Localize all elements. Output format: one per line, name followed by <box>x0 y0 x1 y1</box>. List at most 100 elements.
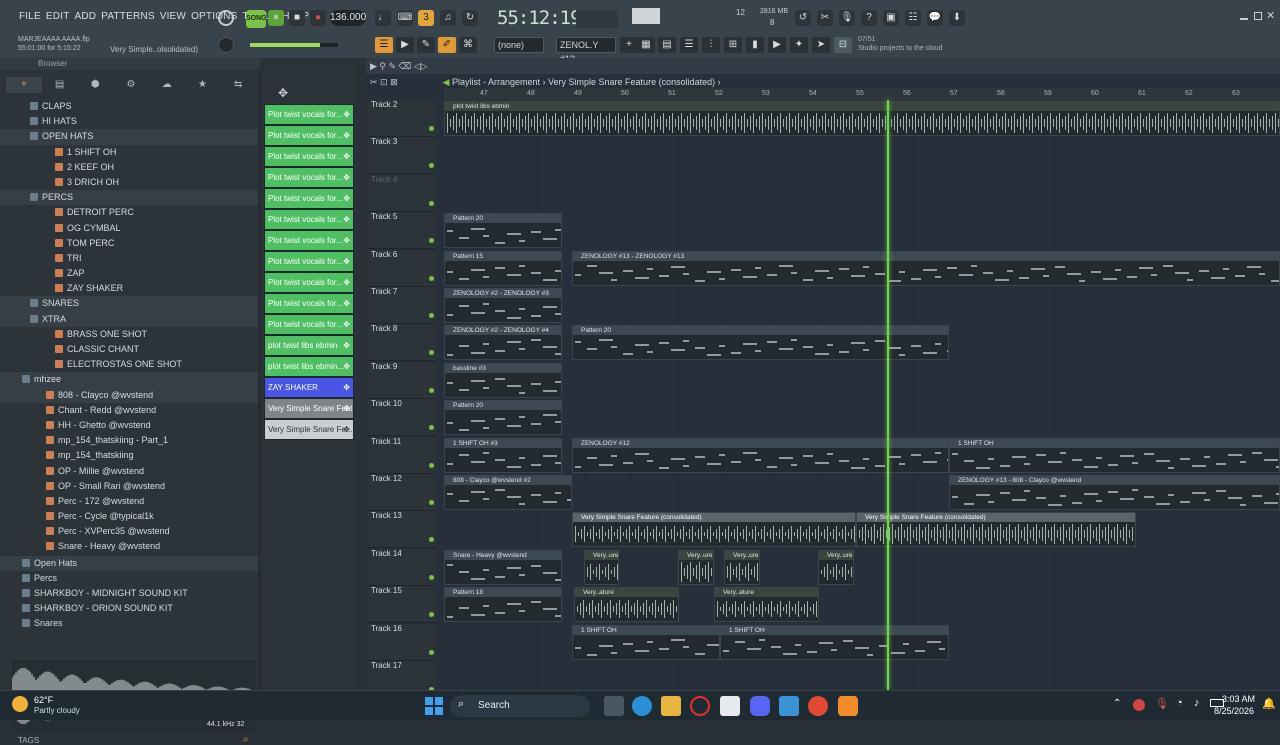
store-icon[interactable] <box>720 696 740 716</box>
playlist-clip[interactable]: plot twist libs ebmin <box>444 101 1280 136</box>
playlist-clip[interactable]: Very..ure <box>818 549 854 585</box>
channel-button[interactable]: Plot twist vocals for... ✥ <box>264 230 354 251</box>
channel-button[interactable]: Plot twist vocals for... ✥ <box>264 251 354 272</box>
track-mute-led[interactable] <box>429 537 434 543</box>
cut-icon[interactable]: ✂ <box>817 10 833 26</box>
master-volume-slider[interactable] <box>250 43 338 47</box>
browser-tab-0[interactable]: + <box>6 77 42 93</box>
time-display[interactable]: 55:12:19 <box>497 7 582 29</box>
playlist-toolbar-icons[interactable]: ▶ ⚲ ✎ ⌫ ◁▷ ✂ ⊡ ⊠ <box>366 58 436 90</box>
volume-icon[interactable]: ♪ <box>1194 697 1200 709</box>
news-panel[interactable]: 07/51 Studio projects to the cloud <box>858 35 942 53</box>
edge-icon[interactable] <box>632 696 652 716</box>
stop-button[interactable]: ■ <box>289 10 305 26</box>
track-header[interactable]: Track 8 <box>366 324 436 362</box>
browser-item[interactable]: Perc - 172 @wvstend <box>0 494 258 509</box>
channel-options-icon[interactable]: ✥ <box>343 189 350 208</box>
mic-icon[interactable]: 🎙 <box>839 10 855 26</box>
channel-button[interactable]: Very Simple Snare Feature✥ <box>264 398 354 419</box>
browser-tab-1[interactable]: ▤ <box>42 77 78 93</box>
browser-item[interactable]: 808 - Clayco @wvstend <box>0 387 258 403</box>
mic-tray-icon[interactable]: 🎙 <box>1155 697 1169 710</box>
pattern-selector[interactable]: ZENOL.Y #13 <box>556 37 616 64</box>
channel-options-icon[interactable]: ✥ <box>343 336 350 355</box>
notifications-icon[interactable]: 🔔 <box>1262 697 1276 710</box>
track-header[interactable]: Track 2 <box>366 100 436 137</box>
browser-item[interactable]: OPEN HATS <box>0 129 258 145</box>
current-pattern[interactable]: Very Simple Snare Feature (consolidated) <box>548 77 715 87</box>
browser-item[interactable]: SNARES <box>0 296 258 312</box>
track-header[interactable]: Track 5 <box>366 212 436 250</box>
browser-item[interactable]: Snares <box>0 616 258 631</box>
browser-item[interactable]: CLASSIC CHANT <box>0 342 258 357</box>
channel-options-icon[interactable]: ✥ <box>343 105 350 124</box>
browser-item[interactable]: HI HATS <box>0 114 258 129</box>
record-button[interactable]: ● <box>310 10 326 26</box>
browser-item[interactable]: ZAP <box>0 266 258 281</box>
export-icon[interactable]: ⬇ <box>949 10 965 26</box>
playlist-clip[interactable]: Very..ature <box>714 587 819 623</box>
playlist-clip[interactable]: Very..ure <box>678 549 714 585</box>
track-header[interactable]: Track 9 <box>366 361 436 399</box>
task-view-icon[interactable] <box>604 696 624 716</box>
timeline-ruler[interactable]: 47 48 49 50 51 52 53 54 55 56 57 58 59 60 61 62 63 <box>444 88 1280 100</box>
playhead[interactable] <box>887 100 889 690</box>
tempo-display[interactable]: 136.000 <box>330 10 366 26</box>
playlist-grid[interactable]: plot twist libs ebmin Pattern 20 Pattern 1… <box>444 100 1280 690</box>
browser-item[interactable]: 3 DRICH OH <box>0 175 258 190</box>
channel-options-icon[interactable]: ✥ <box>343 168 350 187</box>
playlist-clip[interactable]: Pattern 20 <box>572 325 949 361</box>
track-header[interactable]: Track 12 <box>366 474 436 511</box>
playlist-clip[interactable]: 1 SHIFT OH <box>572 624 720 660</box>
plugin-db-icon[interactable]: ➤ <box>812 37 830 53</box>
browser-tab-2[interactable]: ⬢ <box>77 77 113 93</box>
channel-options-icon[interactable]: ✥ <box>343 273 350 292</box>
channel-options-icon[interactable]: ✥ <box>343 231 350 250</box>
playlist-clip[interactable]: Pattern 20 <box>444 213 562 249</box>
channel-options-icon[interactable]: ✥ <box>343 420 350 439</box>
plugin-icon[interactable]: ▮ <box>746 37 764 53</box>
track-header[interactable]: Track 3 <box>366 137 436 175</box>
tempo-knob[interactable] <box>218 10 234 26</box>
pencil-icon[interactable]: ✎ <box>417 37 435 53</box>
track-header[interactable]: Track 7 <box>366 287 436 324</box>
channel-options-icon[interactable]: ✥ <box>343 252 350 271</box>
pause-button[interactable]: ⏸ <box>268 10 284 26</box>
browser-item[interactable]: Snare - Heavy @wvstend <box>0 539 258 554</box>
track-mute-led[interactable] <box>429 200 434 206</box>
browser-item[interactable]: ZAY SHAKER <box>0 281 258 296</box>
browser-icon[interactable]: ⊞ <box>724 37 742 53</box>
playlist-clip[interactable]: 808 - Clayco @wvstend #2 <box>444 475 572 510</box>
add-channel-icon[interactable]: ✥ <box>278 86 288 100</box>
track-mute-led[interactable] <box>429 163 434 169</box>
playlist-clip[interactable]: ZENOLOGY #13 - ZENOLOGY #13 <box>572 250 1280 286</box>
playlist-clip[interactable]: bassline #3 <box>444 362 562 398</box>
menu-item-view[interactable]: VIEW <box>160 11 186 22</box>
track-header[interactable]: Track 14 <box>366 548 436 586</box>
browser-item[interactable]: TRI <box>0 251 258 266</box>
track-mute-led[interactable] <box>429 275 434 281</box>
tray-app-icon[interactable] <box>1133 699 1145 711</box>
track-mute-led[interactable] <box>429 574 434 580</box>
browser-item[interactable]: OP - Millie @wvstend <box>0 464 258 479</box>
channel-button[interactable]: Plot twist vocals for... ✥ <box>264 209 354 230</box>
track-header[interactable]: Track 11 <box>366 436 436 474</box>
browser-item[interactable]: Percs <box>0 571 258 586</box>
tools-icon[interactable]: ✦ <box>790 37 808 53</box>
file-explorer-icon[interactable] <box>661 696 681 716</box>
song-mode-toggle[interactable]: SONG <box>246 10 267 28</box>
track-mute-led[interactable] <box>429 387 434 393</box>
browser-item[interactable]: mhzee <box>0 372 258 388</box>
loop-record-icon[interactable]: ↻ <box>462 10 478 26</box>
browser-item[interactable]: OP - Small Rari @wvstend <box>0 479 258 494</box>
channel-button[interactable]: Plot twist vocals for... ✥ <box>264 104 354 125</box>
browser-item[interactable]: mp_154_thatskiing - Part_1 <box>0 433 258 448</box>
countdown-icon[interactable]: 3 <box>418 10 434 26</box>
track-mute-led[interactable] <box>429 126 434 131</box>
track-header[interactable]: Track 15 <box>366 586 436 624</box>
channel-button[interactable]: plot twist libs ebmin ✥ <box>264 335 354 356</box>
channel-options-icon[interactable]: ✥ <box>343 378 350 397</box>
browser-item[interactable]: OG CYMBAL <box>0 221 258 236</box>
mixer-window-icon[interactable]: ⫶ <box>702 37 720 53</box>
browser-item[interactable]: Perc - Cycle @typical1k <box>0 509 258 524</box>
